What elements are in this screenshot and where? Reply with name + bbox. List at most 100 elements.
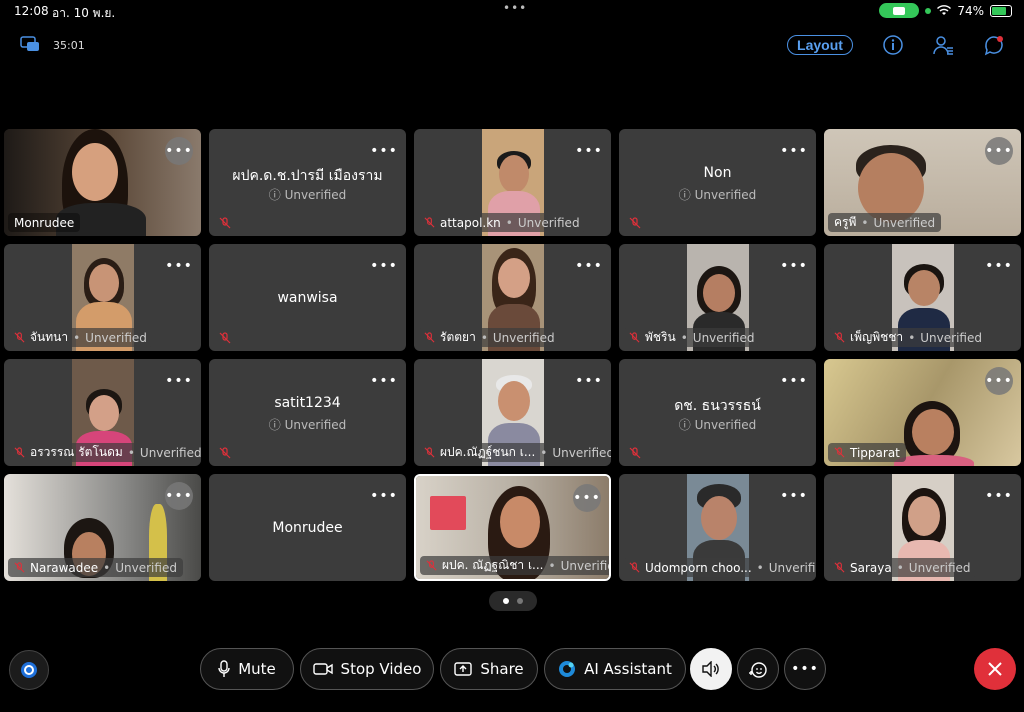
- participant-tile[interactable]: ••• พัชริน • Unverified: [619, 244, 816, 351]
- more-options-button[interactable]: •••: [575, 367, 603, 395]
- unverified-text: Unverified: [139, 445, 201, 460]
- page-indicator[interactable]: [489, 591, 537, 611]
- participant-name: พัชริน: [645, 330, 676, 344]
- more-options-button[interactable]: •••: [780, 137, 808, 165]
- participant-tile[interactable]: ••• จันทนา • Unverified: [4, 244, 201, 351]
- participant-tile[interactable]: ••• Saraya • Unverified: [824, 474, 1021, 581]
- leave-meeting-button[interactable]: [974, 648, 1016, 690]
- meeting-timer: 35:01: [53, 39, 85, 52]
- unverified-badge: ⓘ Unverified: [678, 418, 757, 432]
- participant-tile[interactable]: ••• ดช. ธนวรรธน์ ⓘ Unverified: [619, 359, 816, 466]
- page-dot-active: [503, 598, 509, 604]
- multitask-dots[interactable]: •••: [503, 1, 527, 15]
- unverified-text: Unverified: [908, 560, 971, 575]
- more-options-button[interactable]: •••: [370, 482, 398, 510]
- stop-video-button[interactable]: Stop Video: [300, 648, 434, 690]
- participant-tile[interactable]: ••• เพ็ญพิชชา • Unverified: [824, 244, 1021, 351]
- more-options-button[interactable]: •••: [780, 252, 808, 280]
- participant-tile[interactable]: ••• ครูพี • Unverified: [824, 129, 1021, 236]
- participant-tile[interactable]: ••• Udomporn choo...•Unverified: [619, 474, 816, 581]
- more-options-button[interactable]: •••: [985, 367, 1013, 395]
- video-camera-icon: [312, 663, 333, 675]
- unverified-text: Unverified: [920, 330, 982, 345]
- participant-tile[interactable]: ••• รัตตยา • Unverified: [414, 244, 611, 351]
- more-options-button[interactable]: •••: [370, 367, 398, 395]
- reactions-button[interactable]: [737, 648, 779, 690]
- unverified-text: Unverified: [492, 330, 555, 345]
- participant-label: attapol.kn • Unverified: [418, 213, 586, 232]
- participant-name: ดช. ธนวรรธน์: [674, 398, 761, 414]
- participant-tile[interactable]: ••• Tipparat: [824, 359, 1021, 466]
- muted-mic-icon: [14, 562, 25, 573]
- battery-icon: [990, 4, 1012, 17]
- mute-button[interactable]: Mute: [200, 648, 294, 690]
- participant-tile[interactable]: ••• Non ⓘ Unverified: [619, 129, 816, 236]
- info-icon[interactable]: [882, 34, 904, 56]
- participant-name: attapol.kn: [440, 215, 501, 230]
- participant-label: Udomporn choo...•Unverified: [623, 558, 816, 577]
- unverified-text: Unverified: [115, 560, 177, 575]
- participant-label: รัตตยา • Unverified: [418, 328, 561, 347]
- participant-name: ผปค. ณัฏฐณิชา เ...: [442, 558, 544, 572]
- more-options-button[interactable]: •••: [573, 484, 601, 512]
- muted-mic-icon: [219, 217, 231, 229]
- participant-label: Monrudee: [8, 213, 81, 232]
- participant-tile[interactable]: ••• ผปค.ด.ช.ปารมี เมืองราม ⓘ Unverified: [209, 129, 406, 236]
- participant-name: รัตตยา: [440, 330, 476, 344]
- battery-percent: 74%: [957, 3, 984, 18]
- layout-button[interactable]: Layout: [787, 35, 853, 55]
- participant-tile-active-speaker[interactable]: ••• ผปค. ณัฏฐณิชา เ...•Unverified: [414, 474, 611, 581]
- audio-button[interactable]: [690, 648, 732, 690]
- participant-tile[interactable]: ••• satit1234 ⓘ Unverified: [209, 359, 406, 466]
- more-options-button[interactable]: •••: [165, 137, 193, 165]
- more-options-button[interactable]: •••: [575, 137, 603, 165]
- more-controls-button[interactable]: •••: [784, 648, 826, 690]
- share-button[interactable]: Share: [440, 648, 538, 690]
- more-options-button[interactable]: •••: [985, 252, 1013, 280]
- more-options-button[interactable]: •••: [165, 482, 193, 510]
- participant-tile[interactable]: ••• Narawadee • Unverified: [4, 474, 201, 581]
- camera-indicator-icon: [925, 7, 932, 14]
- chat-icon[interactable]: [983, 34, 1005, 56]
- more-options-button[interactable]: •••: [780, 367, 808, 395]
- participant-tile[interactable]: ••• ผปค.ณัฏฐ์ชนก เ... • Unverified: [414, 359, 611, 466]
- more-options-button[interactable]: •••: [985, 482, 1013, 510]
- participant-tile[interactable]: ••• wanwisa: [209, 244, 406, 351]
- participant-name: Monrudee: [14, 215, 75, 230]
- participant-name: Udomporn choo...: [645, 560, 752, 575]
- speaker-icon: [702, 661, 719, 677]
- participant-label: จันทนา • Unverified: [8, 328, 153, 347]
- participant-tile[interactable]: ••• อรวรรณ รัตโนดม • Unverified: [4, 359, 201, 466]
- participant-tile[interactable]: ••• Monrudee: [209, 474, 406, 581]
- unverified-text: Unverified: [692, 330, 755, 345]
- status-date: อา. 10 พ.ย.: [52, 6, 116, 20]
- participant-tile[interactable]: ••• attapol.kn • Unverified: [414, 129, 611, 236]
- unverified-text: Unverified: [517, 215, 580, 230]
- more-options-button[interactable]: •••: [370, 137, 398, 165]
- participant-label: เพ็ญพิชชา • Unverified: [828, 328, 988, 347]
- participant-label: พัชริน • Unverified: [623, 328, 761, 347]
- meeting-controls: Mute Stop Video Share AI Assistant •••: [0, 648, 1024, 692]
- unverified-badge: ⓘ Unverified: [268, 188, 347, 202]
- close-icon: [988, 662, 1002, 676]
- ai-assistant-button[interactable]: AI Assistant: [544, 648, 686, 690]
- share-icon: [454, 662, 473, 676]
- more-options-button[interactable]: •••: [165, 367, 193, 395]
- participants-icon[interactable]: [932, 34, 954, 56]
- more-options-button[interactable]: •••: [370, 252, 398, 280]
- screen-share-icon[interactable]: [20, 36, 40, 52]
- participant-name: Non: [703, 165, 732, 181]
- participant-tile[interactable]: ••• Monrudee: [4, 129, 201, 236]
- more-options-button[interactable]: •••: [575, 252, 603, 280]
- participant-label: ผปค. ณัฏฐณิชา เ...•Unverified: [420, 556, 609, 575]
- participant-name: Tipparat: [850, 445, 900, 460]
- more-options-button[interactable]: •••: [165, 252, 193, 280]
- ai-assistant-icon: [559, 661, 576, 677]
- participant-label: ผปค.ณัฏฐ์ชนก เ... • Unverified: [418, 443, 611, 462]
- microphone-icon: [218, 660, 230, 677]
- more-options-button[interactable]: •••: [780, 482, 808, 510]
- unverified-text: Unverified: [873, 215, 936, 230]
- webex-logo-icon[interactable]: [9, 650, 49, 690]
- status-bar: 12:08 อา. 10 พ.ย. ••• 74%: [0, 0, 1024, 22]
- more-options-button[interactable]: •••: [985, 137, 1013, 165]
